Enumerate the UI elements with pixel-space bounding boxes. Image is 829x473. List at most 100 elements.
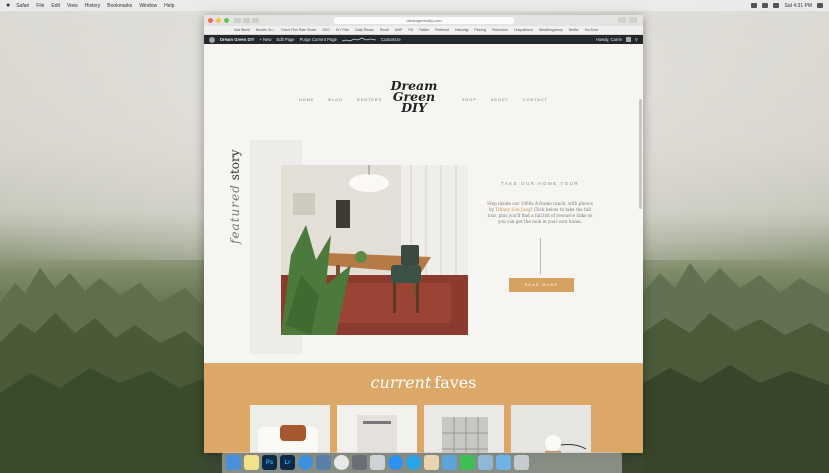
bookmark-item[interactable]: Pinboards <box>492 28 508 32</box>
site-nav-right: SHOP ABOUT CONTACT <box>462 98 548 102</box>
fave-product-pillow[interactable] <box>250 405 330 453</box>
folder-icon[interactable] <box>496 455 511 470</box>
page-scrollbar[interactable] <box>639 99 642 209</box>
menu-help[interactable]: Help <box>164 3 174 9</box>
menu-edit[interactable]: Edit <box>51 3 60 9</box>
back-button[interactable] <box>234 18 241 23</box>
admin-new-button[interactable]: + New <box>259 37 271 42</box>
bookmark-item[interactable]: FB <box>408 28 412 32</box>
tabs-icon[interactable] <box>629 17 637 23</box>
bookmark-item[interactable]: Daily Reads <box>355 28 374 32</box>
admin-customize[interactable]: Customize <box>381 37 401 42</box>
bookmark-item[interactable]: Twitter <box>419 28 429 32</box>
nav-renters[interactable]: RENTERS <box>357 98 382 102</box>
faves-italic: current <box>370 373 432 392</box>
trash-icon[interactable] <box>514 455 529 470</box>
battery-icon[interactable] <box>762 3 769 8</box>
current-faves-section: current faves <box>204 363 643 453</box>
wifi-icon[interactable] <box>751 3 758 8</box>
read-more-button[interactable]: READ MORE <box>509 278 574 292</box>
messages-icon[interactable] <box>460 455 475 470</box>
menu-bookmarks[interactable]: Bookmarks <box>107 3 132 9</box>
avatar[interactable] <box>625 37 631 42</box>
spotlight-icon[interactable] <box>817 3 823 8</box>
lightroom-icon[interactable]: Lr <box>280 455 295 470</box>
faves-word: faves <box>434 373 477 392</box>
fave-product-lamp[interactable] <box>511 405 591 453</box>
menu-history[interactable]: History <box>85 3 101 9</box>
admin-purge-page[interactable]: Purge Current Page <box>300 37 337 42</box>
preview-icon[interactable] <box>316 455 331 470</box>
sidebar-toggle-button[interactable] <box>252 18 259 23</box>
divider-line <box>540 238 541 274</box>
photoshop-icon[interactable]: Ps <box>262 455 277 470</box>
bookmark-item[interactable]: Hellodigi <box>455 28 468 32</box>
wordpress-icon[interactable] <box>209 36 215 43</box>
fave-product-blanket[interactable] <box>424 405 504 453</box>
bookmark-item[interactable]: Add Bkmk <box>234 28 250 32</box>
script-icon[interactable] <box>370 455 385 470</box>
admin-site-name[interactable]: Dream Green DIY <box>220 37 254 42</box>
minimize-window-button[interactable] <box>216 18 221 23</box>
browser-titlebar: dreamgreendiy.com <box>204 15 643 26</box>
menu-view[interactable]: View <box>67 3 78 9</box>
lamp-image <box>511 405 591 453</box>
fave-product-book[interactable] <box>337 405 417 453</box>
admin-edit-page[interactable]: Edit Page <box>276 37 294 42</box>
bookmark-item[interactable]: Dan's Film Rate Sheet <box>281 28 316 32</box>
bookmarks-bar: Add Bkmk Bundle Gu... Dan's Film Rate Sh… <box>204 26 643 35</box>
itunes-icon[interactable] <box>334 455 349 470</box>
notes-icon[interactable] <box>244 455 259 470</box>
stats-sparkline-icon[interactable] <box>341 37 376 42</box>
volume-icon[interactable] <box>773 3 780 8</box>
nav-blog[interactable]: BLOG <box>328 98 343 102</box>
bookmark-item[interactable]: DIY Film <box>336 28 349 32</box>
featured-italic: featured <box>228 184 242 244</box>
nav-shop[interactable]: SHOP <box>462 98 477 102</box>
featured-word: story <box>228 149 242 181</box>
menu-file[interactable]: File <box>36 3 44 9</box>
wp-admin-bar: Dream Green DIY + New Edit Page Purge Cu… <box>204 35 643 44</box>
bookmark-item[interactable]: Pinning <box>474 28 486 32</box>
menubar-clock[interactable]: Sat 4:31 PM <box>784 3 812 9</box>
tour-photographer-link[interactable]: Tiffany Sun Jung <box>495 207 530 212</box>
forward-button[interactable] <box>243 18 250 23</box>
book-image <box>337 405 417 453</box>
nav-home[interactable]: HOME <box>299 98 314 102</box>
bookmark-item[interactable]: YouTube <box>585 28 599 32</box>
mac-menu-bar: ● Safari File Edit View History Bookmark… <box>0 0 829 11</box>
sketch-icon[interactable] <box>442 455 457 470</box>
bookmark-item[interactable]: Linkpatterns <box>514 28 533 32</box>
bookmark-item[interactable]: Bundle Gu... <box>256 28 275 32</box>
site-nav-left: HOME BLOG RENTERS <box>299 98 382 102</box>
close-window-button[interactable] <box>208 18 213 23</box>
site-logo[interactable]: Dream Green DIY <box>384 79 444 114</box>
share-icon[interactable] <box>618 17 626 23</box>
finder-icon[interactable] <box>226 455 241 470</box>
menubar-status: Sat 4:31 PM <box>751 3 823 9</box>
bookmark-item[interactable]: Netflix <box>569 28 579 32</box>
featured-dining-room-photo[interactable] <box>281 165 468 335</box>
bookmark-item[interactable]: AMP <box>395 28 403 32</box>
menu-safari[interactable]: Safari <box>16 3 29 9</box>
address-bar[interactable]: dreamgreendiy.com <box>334 17 514 24</box>
admin-howdy[interactable]: Howdy, Carrie <box>596 37 622 42</box>
app-store-icon[interactable] <box>388 455 403 470</box>
bookmark-item[interactable]: Weathergranny <box>539 28 563 32</box>
bookmark-item[interactable]: SEO <box>322 28 329 32</box>
bookmark-item[interactable]: Pinterest <box>435 28 449 32</box>
home-tour-text: Step inside our 1960s A-frame ranch, wit… <box>486 201 594 225</box>
apple-icon[interactable]: ● <box>6 2 10 9</box>
mac-dock: Ps Lr <box>222 452 622 473</box>
photos-icon[interactable] <box>478 455 493 470</box>
bookmark-item[interactable]: Email <box>380 28 389 32</box>
nav-about[interactable]: ABOUT <box>491 98 509 102</box>
lightbox-icon[interactable] <box>424 455 439 470</box>
admin-search-icon[interactable]: ⚲ <box>635 37 638 42</box>
zoom-window-button[interactable] <box>224 18 229 23</box>
launchpad-icon[interactable] <box>352 455 367 470</box>
menu-window[interactable]: Window <box>139 3 157 9</box>
nav-contact[interactable]: CONTACT <box>523 98 548 102</box>
safari-icon[interactable] <box>298 455 313 470</box>
skype-icon[interactable] <box>406 455 421 470</box>
